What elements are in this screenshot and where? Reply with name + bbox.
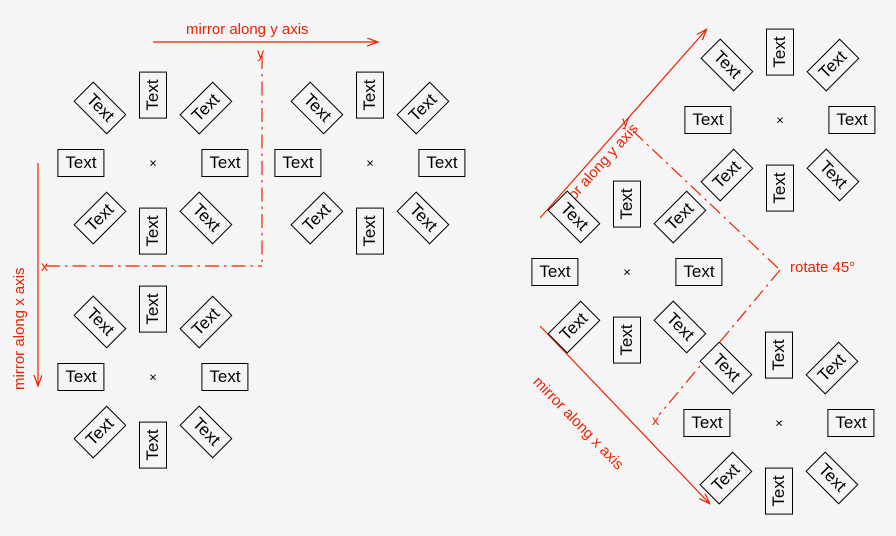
text-box-clusters: Text Text Text Text Text Text Text Text × Text Tex…: [0, 0, 896, 536]
text-box-lower-right[interactable]: Text: [805, 451, 859, 505]
text-box-lower-left[interactable]: Text: [699, 451, 753, 505]
text-box-bottom[interactable]: Text: [765, 467, 793, 515]
diagram-canvas: Text Text Text Text Text Text Text Text × Text Tex…: [0, 0, 896, 536]
text-box-upper-left[interactable]: Text: [699, 341, 753, 395]
text-box-upper-right[interactable]: Text: [805, 341, 859, 395]
text-box-right[interactable]: Text: [827, 409, 875, 437]
text-box-top[interactable]: Text: [765, 331, 793, 379]
cluster-right-bottom-right: Text Text Text Text Text Text Text Text ×: [0, 0, 896, 536]
cluster-center-mark: ×: [775, 415, 783, 431]
text-box-left[interactable]: Text: [683, 409, 731, 437]
